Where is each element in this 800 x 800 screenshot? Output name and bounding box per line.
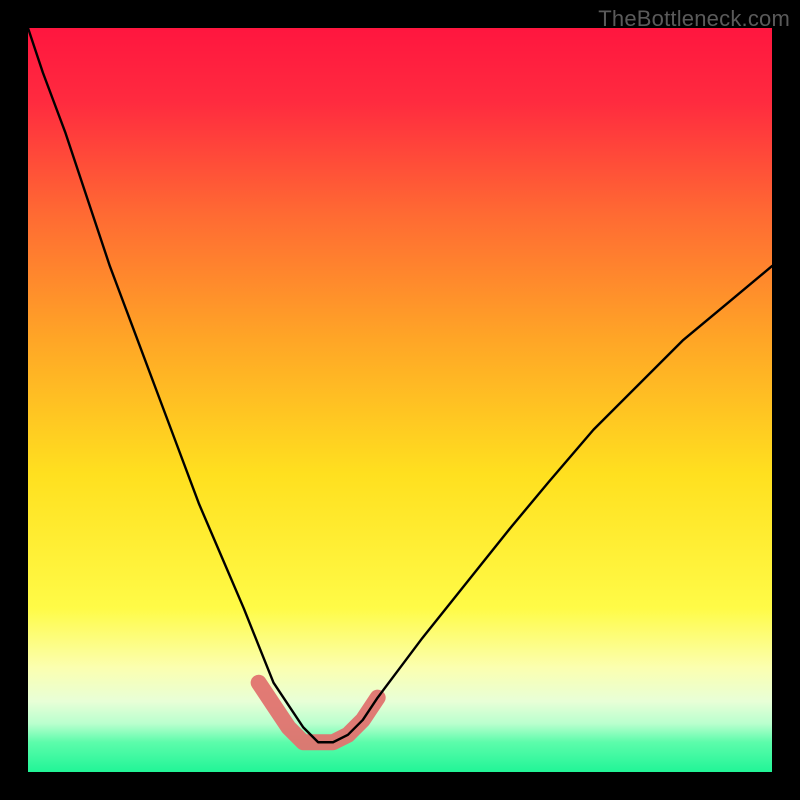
watermark-label: TheBottleneck.com — [598, 6, 790, 32]
gradient-background — [28, 28, 772, 772]
chart-svg — [28, 28, 772, 772]
chart-frame: TheBottleneck.com — [0, 0, 800, 800]
plot-area — [28, 28, 772, 772]
